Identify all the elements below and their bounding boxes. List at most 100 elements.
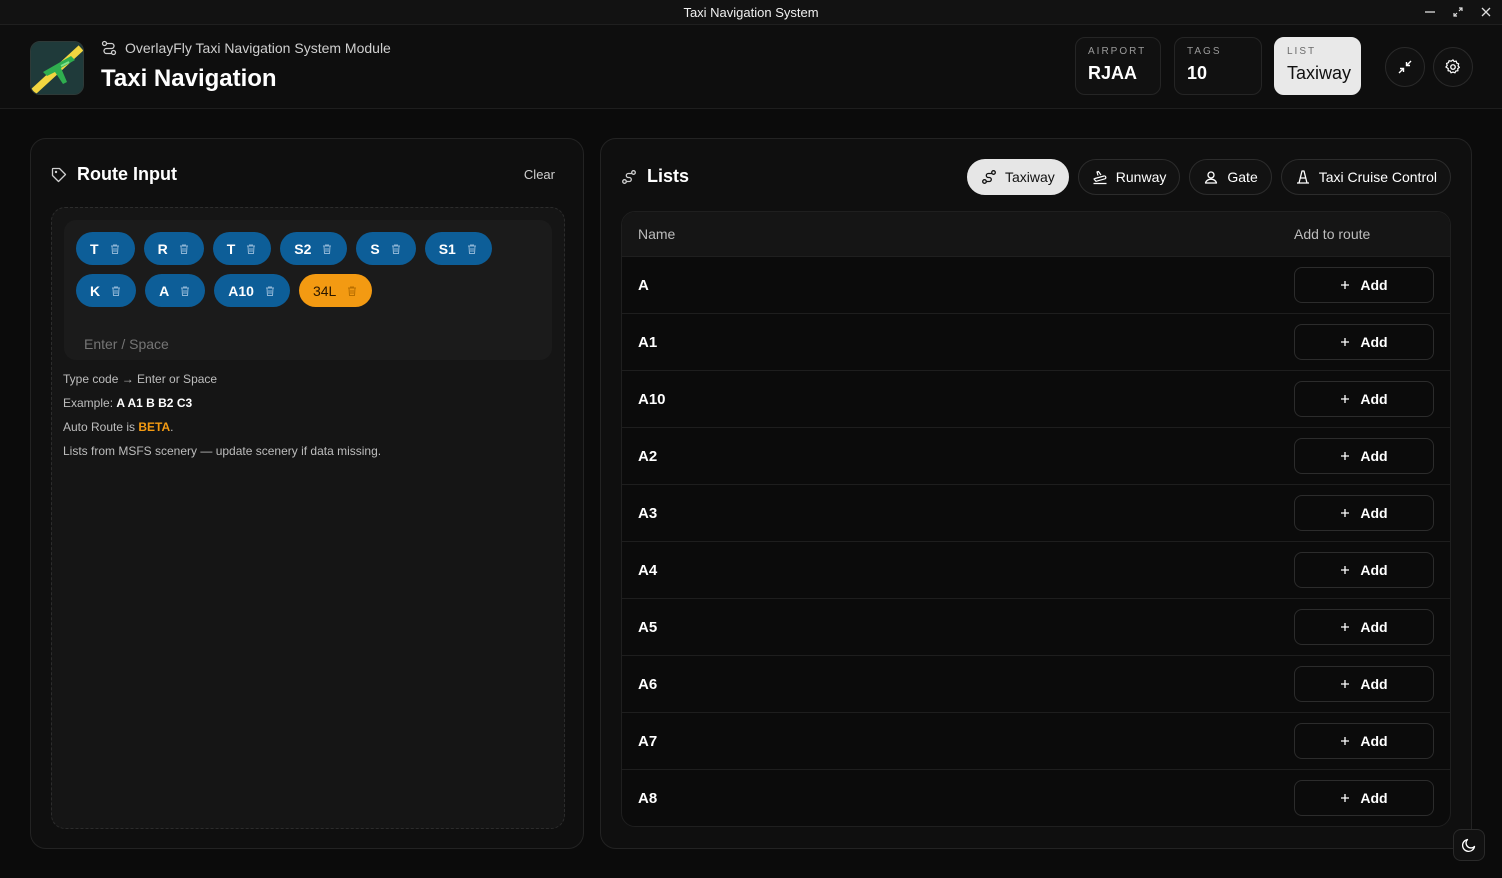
trash-icon bbox=[323, 244, 332, 254]
add-to-route-button[interactable]: Add bbox=[1294, 324, 1434, 360]
route-tag-box: T R T S2 S S1 K A A10 34L bbox=[64, 220, 552, 360]
help-line-auto: Auto Route is BETA. bbox=[63, 415, 381, 439]
remove-chip-button[interactable] bbox=[346, 285, 358, 297]
plus-icon bbox=[1341, 395, 1350, 403]
collapse-button[interactable] bbox=[1385, 47, 1425, 87]
add-to-route-button[interactable]: Add bbox=[1294, 267, 1434, 303]
route-chip-label: R bbox=[157, 240, 168, 257]
route-chip-label: S2 bbox=[294, 240, 312, 257]
taxiway-name: A8 bbox=[638, 789, 658, 807]
user-icon bbox=[1205, 171, 1218, 184]
trash-icon bbox=[110, 244, 119, 254]
route-chip[interactable]: A10 bbox=[214, 274, 290, 307]
add-button-label: Add bbox=[1360, 448, 1388, 464]
airplane-logo-icon bbox=[31, 42, 83, 94]
add-button-label: Add bbox=[1360, 277, 1388, 293]
window-titlebar: Taxi Navigation System bbox=[0, 0, 1502, 25]
taxiway-name: A4 bbox=[638, 561, 658, 579]
plus-icon bbox=[1341, 623, 1350, 631]
route-chip[interactable]: S bbox=[356, 232, 416, 265]
add-button-label: Add bbox=[1360, 733, 1388, 749]
taxiway-table: Name Add to route A Add A1 Add A10 Add A… bbox=[621, 211, 1451, 827]
tab-runway[interactable]: Runway bbox=[1077, 159, 1181, 195]
taxiway-name: A bbox=[638, 276, 649, 294]
remove-chip-button[interactable] bbox=[178, 243, 190, 255]
taxiway-name: A5 bbox=[638, 618, 658, 636]
auto-suffix: . bbox=[170, 420, 174, 434]
tag-icon bbox=[51, 167, 67, 182]
list-stat: LIST Taxiway bbox=[1274, 37, 1361, 95]
airport-stat-label: AIRPORT bbox=[1088, 46, 1147, 57]
add-button-label: Add bbox=[1360, 391, 1388, 407]
minimize-button[interactable] bbox=[1420, 3, 1440, 21]
trash-icon bbox=[265, 286, 274, 296]
plus-icon bbox=[1341, 452, 1350, 460]
add-to-route-button[interactable]: Add bbox=[1294, 723, 1434, 759]
settings-button[interactable] bbox=[1433, 47, 1473, 87]
add-button-label: Add bbox=[1360, 619, 1388, 635]
remove-chip-button[interactable] bbox=[245, 243, 257, 255]
remove-chip-button[interactable] bbox=[390, 243, 402, 255]
route-chip[interactable]: S1 bbox=[424, 232, 492, 265]
remove-chip-button[interactable] bbox=[264, 285, 276, 297]
taxiway-name: A2 bbox=[638, 447, 658, 465]
remove-chip-button[interactable] bbox=[110, 285, 122, 297]
tab-taxi-cruise-control[interactable]: Taxi Cruise Control bbox=[1280, 159, 1451, 195]
auto-prefix: Auto Route is bbox=[63, 420, 139, 434]
route-chip[interactable]: K bbox=[76, 274, 137, 307]
table-row: A2 Add bbox=[622, 428, 1450, 485]
route-chip[interactable]: T bbox=[76, 232, 135, 265]
remove-chip-button[interactable] bbox=[179, 285, 191, 297]
add-to-route-button[interactable]: Add bbox=[1294, 609, 1434, 645]
list-tabs: Taxiway Runway Gate Taxi Cruise Control bbox=[966, 159, 1451, 195]
table-row: A3 Add bbox=[622, 485, 1450, 542]
table-row: A6 Add bbox=[622, 656, 1450, 713]
trash-icon bbox=[391, 244, 400, 254]
remove-chip-button[interactable] bbox=[321, 243, 333, 255]
page-title: Taxi Navigation bbox=[101, 65, 277, 92]
route-drop-zone: T R T S2 S S1 K A A10 34L bbox=[51, 207, 565, 829]
table-row: A5 Add bbox=[622, 599, 1450, 656]
plus-icon bbox=[1341, 680, 1350, 688]
tab-taxiway-label: Taxiway bbox=[1004, 169, 1055, 185]
route-chip-label: A10 bbox=[228, 282, 254, 299]
add-to-route-button[interactable]: Add bbox=[1294, 381, 1434, 417]
tab-gate[interactable]: Gate bbox=[1189, 159, 1272, 195]
route-icon bbox=[101, 40, 117, 56]
remove-chip-button[interactable] bbox=[109, 243, 121, 255]
add-to-route-button[interactable]: Add bbox=[1294, 438, 1434, 474]
table-header: Name Add to route bbox=[622, 212, 1450, 257]
route-chip[interactable]: R bbox=[143, 232, 204, 265]
help-line-type: Type code → Enter or Space bbox=[63, 372, 218, 386]
theme-toggle-button[interactable] bbox=[1453, 829, 1485, 861]
add-to-route-button[interactable]: Add bbox=[1294, 666, 1434, 702]
route-input-title: Route Input bbox=[77, 164, 177, 184]
add-button-label: Add bbox=[1360, 790, 1388, 806]
remove-chip-button[interactable] bbox=[466, 243, 478, 255]
route-code-input[interactable] bbox=[84, 336, 384, 352]
trash-icon bbox=[467, 244, 476, 254]
route-chip-label: T bbox=[90, 240, 99, 257]
airport-stat: AIRPORT RJAA bbox=[1075, 37, 1161, 95]
clear-button[interactable]: Clear bbox=[524, 167, 555, 182]
plus-icon bbox=[1341, 509, 1350, 517]
route-chip[interactable]: S2 bbox=[280, 232, 348, 265]
plus-icon bbox=[1341, 566, 1350, 574]
add-button-label: Add bbox=[1360, 505, 1388, 521]
add-to-route-button[interactable]: Add bbox=[1294, 780, 1434, 816]
close-window-button[interactable] bbox=[1476, 3, 1496, 21]
route-chip[interactable]: A bbox=[145, 274, 206, 307]
tab-taxiway[interactable]: Taxiway bbox=[966, 159, 1069, 195]
app-logo bbox=[30, 41, 84, 95]
lists-title: Lists bbox=[647, 166, 690, 186]
subtitle-text: OverlayFly Taxi Navigation System Module bbox=[125, 40, 391, 56]
route-chip[interactable]: T bbox=[212, 232, 272, 265]
add-to-route-button[interactable]: Add bbox=[1294, 495, 1434, 531]
add-button-label: Add bbox=[1360, 562, 1388, 578]
table-row: A Add bbox=[622, 257, 1450, 314]
route-chip[interactable]: 34L bbox=[298, 274, 373, 307]
expand-icon bbox=[1453, 7, 1463, 17]
plane-landing-icon bbox=[1093, 170, 1107, 185]
maximize-button[interactable] bbox=[1448, 3, 1468, 21]
add-to-route-button[interactable]: Add bbox=[1294, 552, 1434, 588]
